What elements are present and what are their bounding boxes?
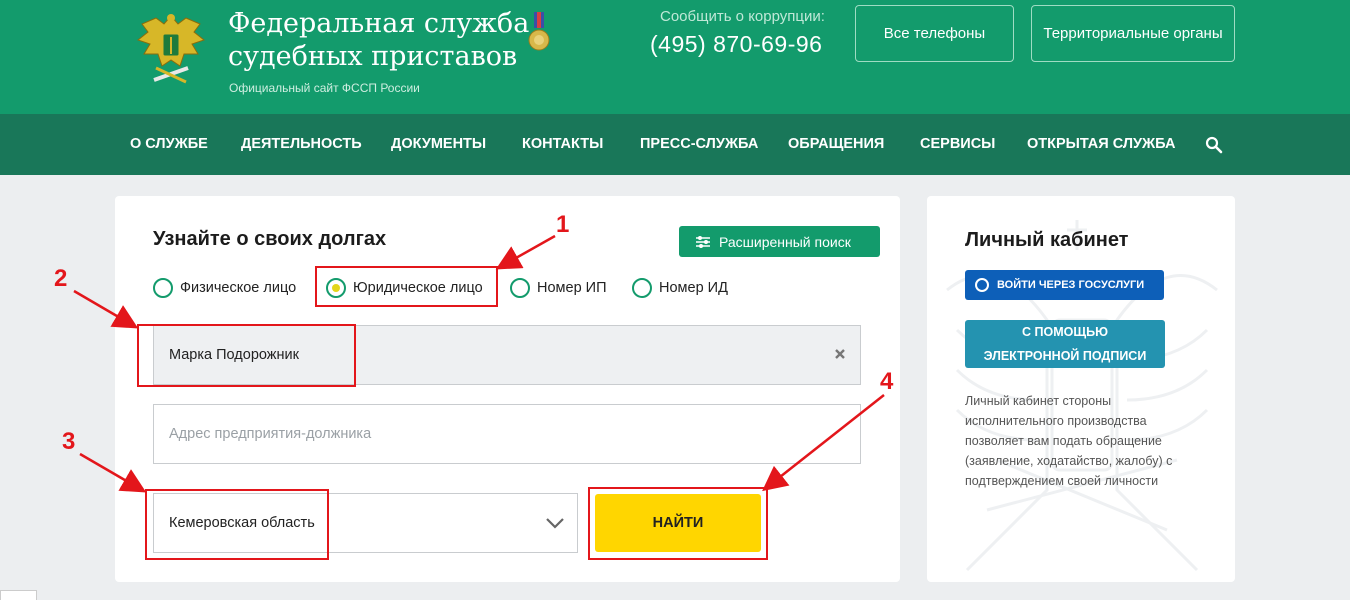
annotation-box-1 [315, 266, 498, 307]
territorial-bodies-button[interactable]: Территориальные органы [1031, 5, 1235, 62]
radio-label: Номер ИП [537, 280, 607, 296]
description-line: Личный кабинет стороны [965, 394, 1112, 408]
radio-individual[interactable]: Физическое лицо [153, 276, 296, 300]
debt-search-title: Узнайте о своих долгах [153, 228, 387, 250]
nav-item-services[interactable]: СЕРВИСЫ [920, 114, 995, 175]
all-phones-button[interactable]: Все телефоны [855, 5, 1014, 62]
address-placeholder: Адрес предприятия-должника [169, 426, 372, 442]
debtor-address-input[interactable]: Адрес предприятия-должника [153, 404, 861, 464]
advanced-search-label: Расширенный поиск [719, 233, 851, 250]
gosuslugi-login-button[interactable]: ВОЙТИ ЧЕРЕЗ ГОСУСЛУГИ [965, 270, 1164, 300]
clear-icon[interactable] [834, 348, 846, 360]
annotation-box-3 [145, 489, 329, 560]
radio-label: Номер ИД [659, 280, 728, 296]
signature-label-line1: С ПОМОЩЬЮ [1022, 325, 1108, 339]
site-title[interactable]: Федеральная служба судебных приставов [228, 7, 529, 73]
fssp-emblem-icon[interactable] [134, 10, 208, 90]
signature-label-line2: ЭЛЕКТРОННОЙ ПОДПИСИ [983, 349, 1147, 363]
description-line: исполнительного производства [965, 414, 1147, 428]
annotation-box-4 [588, 487, 768, 560]
radio-circle [153, 278, 173, 298]
personal-cabinet-description: Личный кабинет стороны исполнительного п… [965, 391, 1205, 491]
nav-item-appeals[interactable]: ОБРАЩЕНИЯ [788, 114, 884, 175]
description-line: подтверждением своей личности [965, 474, 1159, 488]
annotation-number-4: 4 [880, 368, 894, 395]
radio-label: Физическое лицо [180, 280, 297, 296]
radio-id-number[interactable]: Номер ИД [632, 276, 728, 300]
page-corner [0, 590, 37, 600]
annotation-box-2 [137, 324, 356, 387]
chevron-down-icon [546, 518, 564, 529]
nav-item-open-service[interactable]: ОТКРЫТАЯ СЛУЖБА [1027, 114, 1175, 175]
corruption-phone[interactable]: (495) 870-69-96 [650, 31, 822, 58]
site-title-line1: Федеральная служба [228, 8, 530, 39]
gosuslugi-icon [975, 278, 989, 292]
nav-item-about[interactable]: О СЛУЖБЕ [130, 114, 208, 175]
sliders-icon [696, 235, 710, 248]
digital-signature-button[interactable]: С ПОМОЩЬЮ ЭЛЕКТРОННОЙ ПОДПИСИ [965, 320, 1165, 368]
annotation-number-1: 1 [556, 211, 570, 238]
nav-item-press[interactable]: ПРЕСС-СЛУЖБА [640, 114, 758, 175]
site-subtitle: Официальный сайт ФССП России [229, 81, 420, 95]
description-line: (заявление, ходатайство, жалобу) с [965, 454, 1173, 468]
nav-item-contacts[interactable]: КОНТАКТЫ [522, 114, 603, 175]
gosuslugi-label: ВОЙТИ ЧЕРЕЗ ГОСУСЛУГИ [997, 279, 1145, 291]
radio-circle [510, 278, 530, 298]
description-line: позволяет вам подать обращение [965, 434, 1162, 448]
radio-ip-number[interactable]: Номер ИП [510, 276, 607, 300]
radio-circle [632, 278, 652, 298]
medal-icon [528, 12, 550, 51]
search-icon[interactable] [1205, 136, 1223, 154]
annotation-number-2: 2 [54, 265, 68, 292]
site-title-line2: судебных приставов [228, 41, 518, 72]
site-header: Федеральная служба судебных приставов Оф… [0, 0, 1350, 114]
personal-cabinet-title: Личный кабинет [965, 229, 1129, 251]
advanced-search-button[interactable]: Расширенный поиск [679, 226, 880, 257]
nav-item-activity[interactable]: ДЕЯТЕЛЬНОСТЬ [241, 114, 362, 175]
nav-item-documents[interactable]: ДОКУМЕНТЫ [391, 114, 486, 175]
annotation-number-3: 3 [62, 428, 76, 455]
main-nav: О СЛУЖБЕ ДЕЯТЕЛЬНОСТЬ ДОКУМЕНТЫ КОНТАКТЫ… [0, 114, 1350, 175]
corruption-label: Сообщить о коррупции: [660, 8, 825, 25]
